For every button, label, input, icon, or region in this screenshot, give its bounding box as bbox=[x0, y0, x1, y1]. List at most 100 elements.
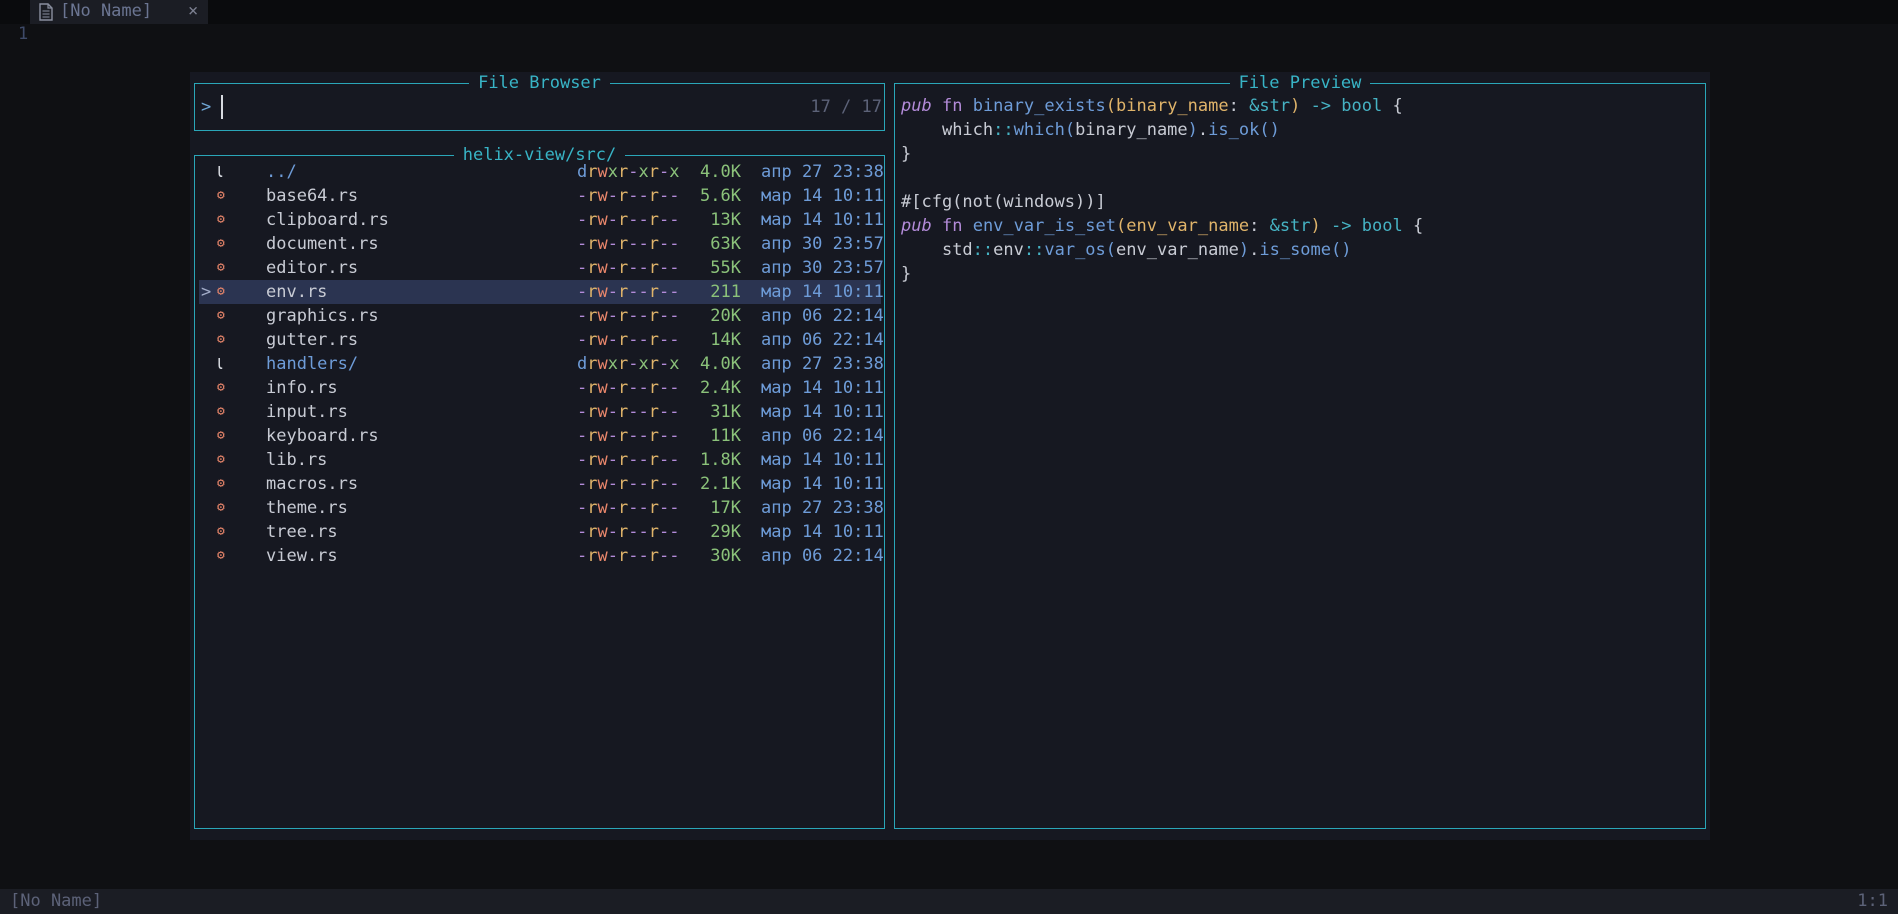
file-picker-overlay: File Browser > 17 / 17 helix-view/src/ Ꙇ… bbox=[190, 72, 1710, 840]
file-row[interactable]: ⚙ clipboard.rs -rw-r--r-- 13K мар 14 10:11 bbox=[199, 208, 884, 232]
file-date: мар 14 10:11 bbox=[761, 186, 884, 206]
file-row[interactable]: ⚙ document.rs -rw-r--r-- 63K апр 30 23:57 bbox=[199, 232, 884, 256]
file-name: handlers/ bbox=[266, 354, 359, 374]
file-name: clipboard.rs bbox=[266, 210, 389, 230]
code-line: } bbox=[901, 264, 912, 284]
file-date: мар 14 10:11 bbox=[761, 282, 884, 302]
file-row[interactable]: ⚙ info.rs -rw-r--r-- 2.4K мар 14 10:11 bbox=[199, 376, 884, 400]
file-row[interactable]: ⚙ lib.rs -rw-r--r-- 1.8K мар 14 10:11 bbox=[199, 448, 884, 472]
file-size: 1.8K bbox=[700, 450, 741, 470]
file-name: document.rs bbox=[266, 234, 379, 254]
file-size: 31K bbox=[710, 402, 741, 422]
rust-icon: ⚙ bbox=[217, 284, 225, 299]
file-name: info.rs bbox=[266, 378, 338, 398]
cursor-position: 1:1 bbox=[1857, 891, 1888, 911]
bufferline: [No Name] × bbox=[0, 0, 1898, 24]
file-name: macros.rs bbox=[266, 474, 359, 494]
file-date: апр 27 23:38 bbox=[761, 354, 884, 374]
code-line: pub fn binary_exists(binary_name: &str) … bbox=[901, 96, 1403, 116]
match-count: 17 / 17 bbox=[810, 97, 882, 117]
file-preview-title: File Preview bbox=[1229, 73, 1371, 93]
file-size: 14K bbox=[710, 330, 741, 350]
file-preview-panel: File Preview pub fn binary_exists(binary… bbox=[894, 73, 1706, 829]
file-name: graphics.rs bbox=[266, 306, 379, 326]
rust-icon: ⚙ bbox=[217, 236, 225, 251]
folder-icon: Ꙇ bbox=[217, 163, 223, 181]
file-size: 20K bbox=[710, 306, 741, 326]
file-date: апр 06 22:14 bbox=[761, 426, 884, 446]
file-size: 11K bbox=[710, 426, 741, 446]
rust-icon: ⚙ bbox=[217, 260, 225, 275]
close-icon[interactable]: × bbox=[188, 1, 198, 21]
file-size: 4.0K bbox=[700, 162, 741, 182]
rust-icon: ⚙ bbox=[217, 452, 225, 467]
file-date: мар 14 10:11 bbox=[761, 402, 884, 422]
file-date: апр 06 22:14 bbox=[761, 306, 884, 326]
file-date: мар 14 10:11 bbox=[761, 450, 884, 470]
file-date: мар 14 10:11 bbox=[761, 210, 884, 230]
file-row[interactable]: ⚙ view.rs -rw-r--r-- 30K апр 06 22:14 bbox=[199, 544, 884, 568]
file-row[interactable]: ⚙ base64.rs -rw-r--r-- 5.6K мар 14 10:11 bbox=[199, 184, 884, 208]
file-size: 2.4K bbox=[700, 378, 741, 398]
file-row[interactable]: ⚙ gutter.rs -rw-r--r-- 14K апр 06 22:14 bbox=[199, 328, 884, 352]
file-date: мар 14 10:11 bbox=[761, 522, 884, 542]
file-size: 5.6K bbox=[700, 186, 741, 206]
selection-marker: > bbox=[201, 282, 212, 302]
buffer-tab[interactable]: [No Name] × bbox=[30, 0, 208, 24]
status-buffer-name: [No Name] bbox=[10, 891, 103, 911]
rust-icon: ⚙ bbox=[217, 476, 225, 491]
line-number: 1 bbox=[18, 24, 29, 44]
file-date: апр 06 22:14 bbox=[761, 330, 884, 350]
file-size: 55K bbox=[710, 258, 741, 278]
file-row[interactable]: ⚙ tree.rs -rw-r--r-- 29K мар 14 10:11 bbox=[199, 520, 884, 544]
rust-icon: ⚙ bbox=[217, 428, 225, 443]
file-size: 2.1K bbox=[700, 474, 741, 494]
file-name: ../ bbox=[266, 162, 297, 182]
file-browser-title: File Browser bbox=[469, 73, 610, 93]
buffer-tab-label: [No Name] bbox=[60, 1, 153, 21]
file-name: gutter.rs bbox=[266, 330, 359, 350]
file-name: view.rs bbox=[266, 546, 338, 566]
file-list-panel: helix-view/src/ Ꙇ ../drwxr-xr-x 4.0K апр 27… bbox=[194, 145, 885, 829]
code-line: std::env::var_os(env_var_name).is_some() bbox=[941, 240, 1352, 260]
file-date: апр 30 23:57 bbox=[761, 258, 884, 278]
file-size: 29K bbox=[710, 522, 741, 542]
file-date: мар 14 10:11 bbox=[761, 474, 884, 494]
file-size: 30K bbox=[710, 546, 741, 566]
rust-icon: ⚙ bbox=[217, 332, 225, 347]
file-row[interactable]: Ꙇhandlers/drwxr-xr-x 4.0K апр 27 23:38 bbox=[199, 352, 884, 376]
file-name: lib.rs bbox=[266, 450, 328, 470]
file-size: 13K bbox=[710, 210, 741, 230]
file-name: theme.rs bbox=[266, 498, 348, 518]
file-row[interactable]: ⚙ editor.rs -rw-r--r-- 55K апр 30 23:57 bbox=[199, 256, 884, 280]
code-line: pub fn env_var_is_set(env_var_name: &str… bbox=[901, 216, 1424, 236]
file-size: 4.0K bbox=[700, 354, 741, 374]
file-row[interactable]: ⚙ graphics.rs -rw-r--r-- 20K апр 06 22:14 bbox=[199, 304, 884, 328]
file-row[interactable]: > ⚙ env.rs -rw-r--r-- 211 мар 14 10:11 bbox=[199, 280, 884, 304]
file-row[interactable]: ⚙ macros.rs -rw-r--r-- 2.1K мар 14 10:11 bbox=[199, 472, 884, 496]
rust-icon: ⚙ bbox=[217, 188, 225, 203]
file-row[interactable]: ⚙ keyboard.rs -rw-r--r-- 11K апр 06 22:14 bbox=[199, 424, 884, 448]
file-size: 17K bbox=[710, 498, 741, 518]
file-name: keyboard.rs bbox=[266, 426, 379, 446]
code-preview: pub fn binary_exists(binary_name: &str) … bbox=[901, 94, 1423, 286]
file-name: tree.rs bbox=[266, 522, 338, 542]
code-line: which::which(binary_name).is_ok() bbox=[941, 120, 1280, 140]
code-line: } bbox=[901, 144, 912, 164]
rust-icon: ⚙ bbox=[217, 212, 225, 227]
rust-icon: ⚙ bbox=[217, 524, 225, 539]
file-date: мар 14 10:11 bbox=[761, 378, 884, 398]
file-row[interactable]: Ꙇ ../drwxr-xr-x 4.0K апр 27 23:38 bbox=[199, 160, 884, 184]
file-date: апр 27 23:38 bbox=[761, 498, 884, 518]
file-name: env.rs bbox=[266, 282, 328, 302]
code-line: #[cfg(not(windows))] bbox=[901, 192, 1106, 212]
file-row[interactable]: ⚙ input.rs -rw-r--r-- 31K мар 14 10:11 bbox=[199, 400, 884, 424]
search-input[interactable] bbox=[219, 94, 779, 120]
file-size: 63K bbox=[710, 234, 741, 254]
file-date: апр 30 23:57 bbox=[761, 234, 884, 254]
file-row[interactable]: ⚙ theme.rs -rw-r--r-- 17K апр 27 23:38 bbox=[199, 496, 884, 520]
file-size: 211 bbox=[710, 282, 741, 302]
statusline: [No Name] 1:1 bbox=[0, 889, 1898, 914]
rust-icon: ⚙ bbox=[217, 308, 225, 323]
